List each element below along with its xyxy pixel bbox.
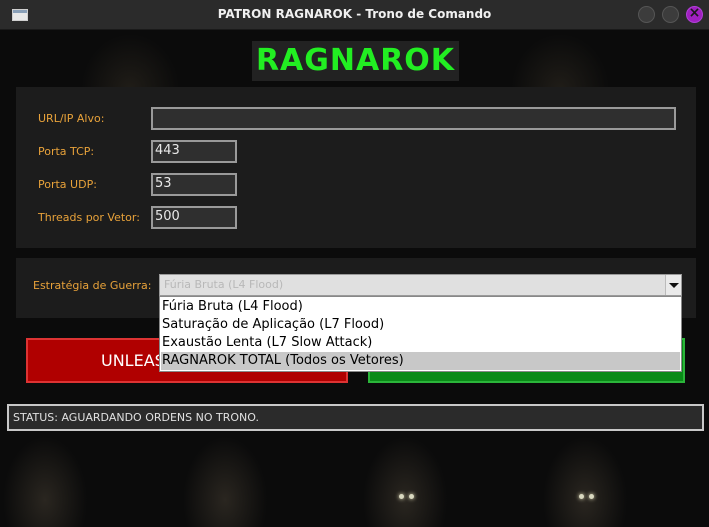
glowing-eye — [589, 494, 594, 499]
status-bar: STATUS: AGUARDANDO ORDENS NO TRONO. — [7, 404, 704, 431]
udp-port-input[interactable]: 53 — [151, 173, 237, 196]
threads-label: Threads por Vetor: — [38, 211, 140, 224]
strategy-selected-value: Fúria Bruta (L4 Flood) — [164, 278, 284, 291]
close-icon: × — [688, 5, 701, 21]
strategy-label: Estratégia de Guerra: — [33, 279, 152, 292]
strategy-option-highlighted[interactable]: RAGNAROK TOTAL (Todos os Vetores) — [161, 352, 680, 370]
glowing-eye — [409, 494, 414, 499]
udp-port-label: Porta UDP: — [38, 178, 97, 191]
window-title: PATRON RAGNAROK - Trono de Comando — [217, 7, 492, 21]
threads-input[interactable]: 500 — [151, 206, 237, 229]
app-logo: RAGNAROK — [252, 41, 459, 81]
tcp-port-input[interactable]: 443 — [151, 140, 237, 163]
url-label: URL/IP Alvo: — [38, 112, 105, 125]
strategy-select[interactable]: Fúria Bruta (L4 Flood) — [159, 274, 682, 296]
chevron-down-icon[interactable] — [665, 275, 681, 295]
tcp-port-label: Porta TCP: — [38, 145, 95, 158]
strategy-dropdown-list[interactable]: Fúria Bruta (L4 Flood) Saturação de Apli… — [159, 296, 682, 372]
close-button[interactable]: × — [686, 5, 703, 23]
glowing-eye — [579, 494, 584, 499]
glowing-eye — [399, 494, 404, 499]
maximize-button[interactable] — [662, 6, 679, 23]
minimize-button[interactable] — [638, 6, 655, 23]
title-bar[interactable]: PATRON RAGNAROK - Trono de Comando × — [0, 0, 709, 30]
strategy-option[interactable]: Exaustão Lenta (L7 Slow Attack) — [161, 334, 680, 352]
strategy-option[interactable]: Saturação de Aplicação (L7 Flood) — [161, 316, 680, 334]
strategy-option[interactable]: Fúria Bruta (L4 Flood) — [161, 298, 680, 316]
url-input[interactable] — [151, 107, 676, 130]
